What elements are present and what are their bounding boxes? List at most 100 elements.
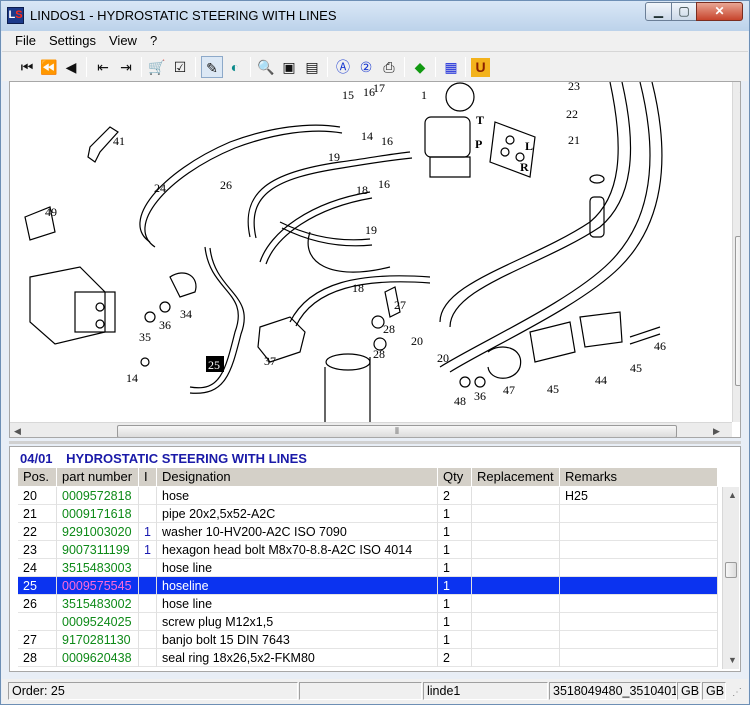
table-row[interactable]: 24 3515483003 hose line 1 [18,559,718,577]
callout-15[interactable]: 15 [342,88,354,102]
callout-14[interactable]: 14 [126,371,138,385]
callout-19[interactable]: 19 [365,223,377,237]
row-part-number: 3515483003 [57,559,139,577]
search-2-icon[interactable]: ② [355,56,377,78]
scroll-up-icon[interactable]: ▲ [728,490,737,500]
row-replacement [472,487,560,505]
callout-45[interactable]: 45 [630,361,642,375]
refresh-icon[interactable]: ◐ [224,56,246,78]
table-row[interactable]: 23 9007311199 1 hexagon head bolt M8x70-8.8… [18,541,718,559]
table-row[interactable]: 25 0009575545 hoseline 1 [18,577,718,595]
callout-28[interactable]: 28 [383,322,395,336]
callout-36[interactable]: 36 [474,389,486,403]
menu-settings[interactable]: Settings [49,33,96,48]
callout-35[interactable]: 35 [139,330,151,344]
resize-grip-icon[interactable]: ⋰ [732,687,742,698]
callout-20[interactable]: 20 [411,334,423,348]
table-row[interactable]: 26 3515483002 hose line 1 [18,595,718,613]
pin-tool-icon[interactable]: ✎ [201,56,223,78]
page-back-icon[interactable]: ⇤ [92,56,114,78]
grid-icon[interactable]: ▦ [440,56,462,78]
u-icon[interactable]: U [471,58,490,77]
menu-view[interactable]: View [109,33,137,48]
scroll-right-icon[interactable]: ▶ [713,426,720,437]
callout-37[interactable]: 37 [264,354,276,368]
callout-22[interactable]: 22 [566,107,578,121]
header-qty[interactable]: Qty [438,468,472,486]
callout-20[interactable]: 20 [437,351,449,365]
scroll-down-icon[interactable]: ▼ [738,409,740,419]
list-vertical-scrollbar[interactable]: ▲ ▼ [722,487,739,669]
previous-icon[interactable]: ◀ [60,56,82,78]
scroll-left-icon[interactable]: ◀ [14,426,21,437]
header-designation[interactable]: Designation [157,468,438,486]
page-select-icon[interactable]: ▤ [301,56,323,78]
row-remarks [560,541,718,559]
header-info[interactable]: I [139,468,157,486]
callout-45[interactable]: 45 [547,382,559,396]
export-icon[interactable]: ◆ [409,56,431,78]
page-icon[interactable]: ▣ [278,56,300,78]
zoom-icon[interactable]: 🔍 [255,56,277,78]
callout-46[interactable]: 46 [654,339,666,353]
callout-17[interactable]: 17 [373,82,385,95]
cart-icon[interactable]: 🛒 [146,56,168,78]
callout-14[interactable]: 14 [361,129,373,143]
table-row[interactable]: 22 9291003020 1 washer 10-HV200-A2C ISO 709… [18,523,718,541]
callout-25-highlight[interactable]: 25 [206,356,224,372]
drawing-vscroll-thumb[interactable] [735,236,740,386]
title-bar[interactable]: LS LINDOS1 - HYDROSTATIC STEERING WITH L… [1,1,749,31]
table-row[interactable]: 0009524025 screw plug M12x1,5 1 [18,613,718,631]
page-forward-icon[interactable]: ⇥ [115,56,137,78]
callout-36[interactable]: 36 [159,318,171,332]
callout-23[interactable]: 23 [568,82,580,93]
callout-44[interactable]: 44 [595,373,607,387]
callout-47[interactable]: 47 [503,383,515,397]
drawing-vertical-scrollbar[interactable]: ▲ ▼ [732,82,740,422]
drawing-hscroll-thumb[interactable]: ⦀ [117,425,677,437]
callout-21[interactable]: 21 [568,133,580,147]
callout-1[interactable]: 1 [421,88,427,102]
table-row[interactable]: 20 0009572818 hose 2 H25 [18,487,718,505]
menu-file[interactable]: File [15,33,36,48]
maximize-button[interactable]: ▢ [671,2,697,21]
header-replacement[interactable]: Replacement [472,468,560,486]
callout-24[interactable]: 24 [154,181,166,195]
callout-18[interactable]: 18 [356,183,368,197]
menu-help[interactable]: ? [150,33,157,48]
parts-drawing[interactable]: 15 16 17 1 14 16 19 18 16 19 18 26 24 41… [9,81,741,438]
table-row[interactable]: 28 0009620438 seal ring 18x26,5x2-FKM80 2 [18,649,718,667]
header-part-number[interactable]: part number [57,468,139,486]
callout-41[interactable]: 41 [113,134,125,148]
minimize-button[interactable]: ▁ [645,2,672,21]
list-vscroll-thumb[interactable] [725,562,737,578]
callout-16[interactable]: 16 [381,134,393,148]
callout-28[interactable]: 28 [373,347,385,361]
row-remarks [560,577,718,595]
pane-splitter[interactable] [9,441,741,444]
first-icon[interactable]: ⏮ [16,56,38,78]
scroll-down-icon[interactable]: ▼ [728,655,737,665]
previous-group-icon[interactable]: ⏪ [38,56,60,78]
print-icon[interactable]: ⎙ [378,56,400,78]
callout-34[interactable]: 34 [180,307,192,321]
callout-26[interactable]: 26 [220,178,232,192]
lindos-icon[interactable]: LS [7,7,24,24]
table-row[interactable]: 21 0009171618 pipe 20x2,5x52-A2C 1 [18,505,718,523]
drawing-horizontal-scrollbar[interactable]: ◀ ⦀ ▶ [10,422,732,437]
callout-19[interactable]: 19 [328,150,340,164]
row-designation: banjo bolt 15 DIN 7643 [157,631,438,649]
header-remarks[interactable]: Remarks [560,468,718,486]
callout-48[interactable]: 48 [454,394,466,408]
checklist-icon[interactable]: ☑ [169,56,191,78]
callout-27[interactable]: 27 [394,298,406,312]
group-code: 04/01 [20,451,53,466]
callout-49[interactable]: 49 [45,205,57,219]
scroll-up-icon[interactable]: ▲ [738,85,740,95]
header-pos[interactable]: Pos. [18,468,57,486]
callout-18[interactable]: 18 [352,281,364,295]
table-row[interactable]: 27 9170281130 banjo bolt 15 DIN 7643 1 [18,631,718,649]
callout-16[interactable]: 16 [378,177,390,191]
search-a-icon[interactable]: Ⓐ [332,56,354,78]
close-button[interactable]: ✕ [696,2,743,21]
